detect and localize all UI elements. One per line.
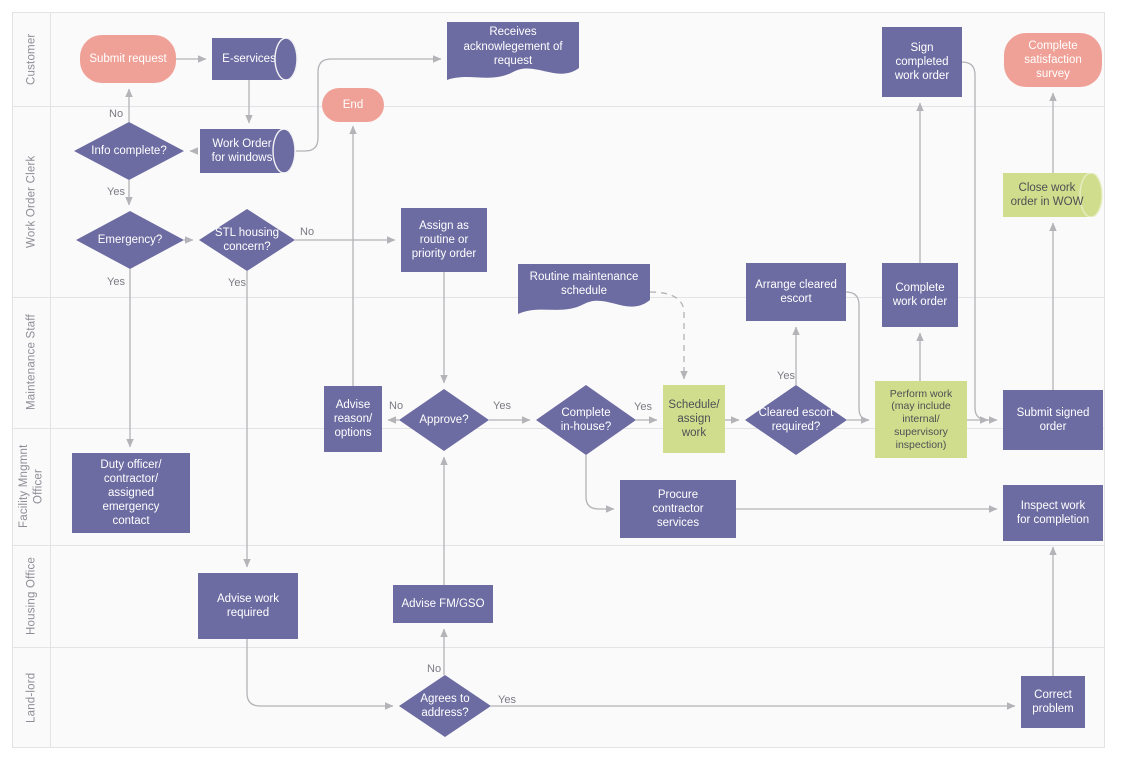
diamond-shape — [536, 385, 636, 455]
cylinder-shape — [212, 37, 298, 81]
node-submit-request[interactable]: Submit request — [80, 35, 176, 83]
node-sign-completed-work-order[interactable]: Sign completed work order — [882, 27, 962, 97]
node-stl-housing-concern-decision[interactable]: STL housing concern? — [199, 209, 295, 271]
node-complete-satisfaction-survey[interactable]: Complete satisfaction survey — [1004, 33, 1102, 87]
node-perform-work[interactable]: Perform work (may include internal/ supe… — [875, 381, 967, 458]
node-advise-work-required[interactable]: Advise work required — [198, 573, 298, 639]
node-info-complete-decision[interactable]: Info complete? — [74, 122, 184, 180]
node-label: Correct problem — [1032, 688, 1074, 715]
node-label: Complete work order — [892, 281, 948, 308]
node-arrange-cleared-escort[interactable]: Arrange cleared escort — [746, 263, 846, 321]
diamond-shape — [76, 211, 184, 269]
node-complete-work-order[interactable]: Complete work order — [882, 263, 958, 327]
cylinder-shape — [1003, 172, 1103, 218]
node-agrees-to-address-decision[interactable]: Agrees to address? — [399, 675, 491, 737]
node-label: Schedule/ assign work — [668, 398, 720, 439]
node-label: Submit request — [89, 52, 167, 65]
node-label: Arrange cleared escort — [755, 278, 837, 305]
node-label: End — [342, 98, 364, 111]
diamond-shape — [199, 209, 295, 271]
document-shape — [518, 264, 650, 314]
node-cleared-escort-required-decision[interactable]: Cleared escort required? — [745, 385, 847, 455]
node-complete-in-house-decision[interactable]: Complete in-house? — [536, 385, 636, 455]
diamond-shape — [399, 389, 489, 451]
cylinder-shape — [200, 128, 296, 174]
node-e-services[interactable]: E-services — [212, 37, 298, 81]
diamond-shape — [399, 675, 491, 737]
diamond-shape — [74, 122, 184, 180]
node-approve-decision[interactable]: Approve? — [399, 389, 489, 451]
node-advise-fm-gso[interactable]: Advise FM/GSO — [393, 585, 493, 623]
node-label: Assign as routine or priority order — [411, 219, 477, 260]
node-label: Inspect work for completion — [1016, 499, 1090, 526]
node-routine-maintenance-schedule[interactable]: Routine maintenance schedule — [518, 264, 650, 320]
document-shape — [447, 22, 579, 80]
flowchart-canvas: Customer Work Order Clerk Maintenance St… — [0, 0, 1130, 768]
node-correct-problem[interactable]: Correct problem — [1021, 676, 1085, 728]
node-end[interactable]: End — [322, 88, 384, 122]
node-label: Sign completed work order — [894, 41, 950, 82]
node-label: Perform work (may include internal/ supe… — [889, 387, 953, 451]
node-label: Submit signed order — [1016, 406, 1090, 433]
node-label: Complete satisfaction survey — [1024, 39, 1082, 80]
node-emergency-decision[interactable]: Emergency? — [76, 211, 184, 269]
node-schedule-assign-work[interactable]: Schedule/ assign work — [663, 385, 725, 453]
node-close-work-order-in-wow[interactable]: Close work order in WOW — [1003, 172, 1103, 218]
node-advise-reason-options[interactable]: Advise reason/ options — [324, 386, 382, 452]
node-work-order-for-windows[interactable]: Work Order for windows — [200, 128, 296, 174]
node-submit-signed-order[interactable]: Submit signed order — [1003, 390, 1103, 450]
node-label: Advise work required — [217, 592, 279, 619]
diamond-shape — [745, 385, 847, 455]
node-label: Advise FM/GSO — [401, 597, 485, 610]
node-inspect-work-for-completion[interactable]: Inspect work for completion — [1003, 485, 1103, 541]
node-duty-officer-contact[interactable]: Duty officer/ contractor/ assigned emerg… — [72, 453, 190, 533]
node-procure-contractor-services[interactable]: Procure contractor services — [620, 480, 736, 538]
node-label: Procure contractor services — [652, 488, 704, 529]
node-receives-acknowledgement[interactable]: Receives acknowlegement of request — [447, 22, 579, 88]
node-assign-as-routine-or-priority-order[interactable]: Assign as routine or priority order — [401, 208, 487, 272]
node-label: Duty officer/ contractor/ assigned emerg… — [100, 458, 162, 528]
node-label: Advise reason/ options — [333, 398, 373, 439]
